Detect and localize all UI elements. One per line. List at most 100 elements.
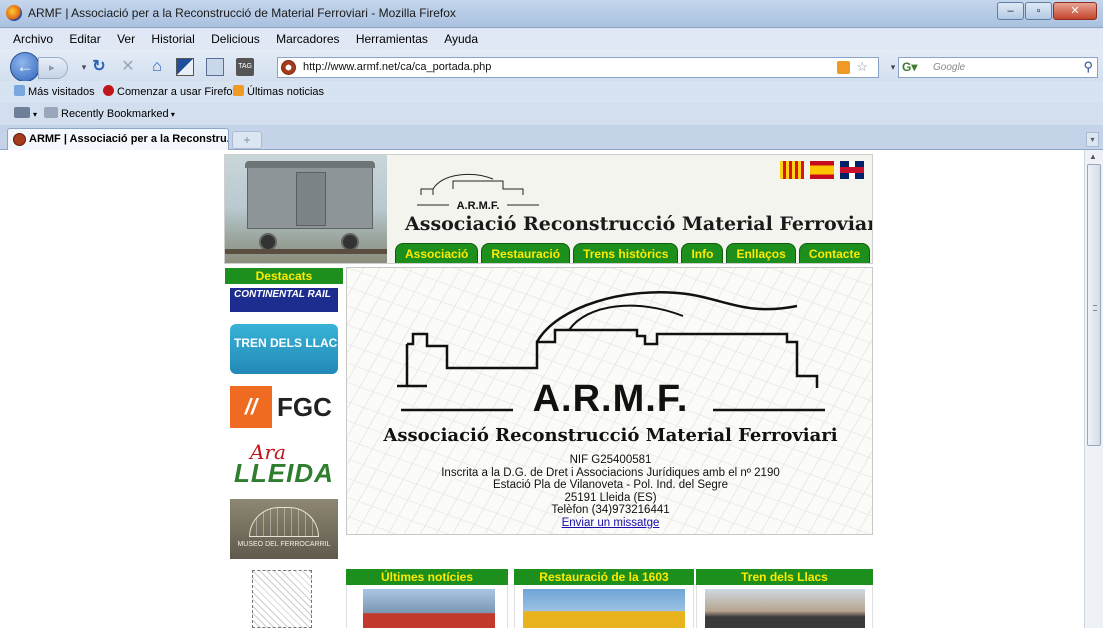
new-tab-button[interactable]: + [232,131,262,149]
section-heading[interactable]: Tren dels Llacs [696,569,873,585]
main-content-box: A.R.M.F. Associació Reconstrucció Materi… [346,267,873,535]
back-button[interactable]: ← [10,52,40,82]
nav-trens-historics[interactable]: Trens històrics [573,243,679,263]
city-text: 25191 Lleida (ES) [564,491,657,504]
fgc-logo[interactable]: // FGC [230,386,340,428]
registry-text: Inscrita a la D.G. de Dret i Associacion… [441,466,780,479]
site-favicon-icon [13,133,26,146]
museo-ferrocarril-logo[interactable]: MUSEO DEL FERROCARRIL [230,499,338,559]
search-icon[interactable]: ⚲ [1083,59,1093,75]
menu-archivo[interactable]: Archivo [0,29,59,46]
wagon-photo [225,155,387,263]
navigation-toolbar: ← ▸ ▾ ↻ ✕ ⌂ TAG http://www.armf.net/ca/c… [0,49,1103,82]
nav-info[interactable]: Info [681,243,724,263]
firefox-icon [6,5,22,21]
banner-title: Associació Reconstrucció Material Ferrov… [405,213,873,235]
locomotive-1603-photo[interactable] [523,589,685,628]
continental-rail-text: CONTINENTAL RAIL [234,289,331,300]
bookmark-label: Recently Bookmarked [61,108,169,120]
ara-lleida-logo[interactable]: Ara LLEIDA [230,440,336,488]
reload-icon[interactable]: ↻ [90,58,108,76]
send-message-link[interactable]: Enviar un missatge [347,517,872,530]
firefox-start-icon [103,85,114,96]
menu-ayuda[interactable]: Ayuda [437,29,484,46]
nav-restauracio[interactable]: Restauració [481,243,571,263]
page-scrollbar[interactable]: ▲ [1084,150,1103,628]
nav-contacte[interactable]: Contacte [798,243,871,263]
flag-spanish-icon[interactable] [810,161,834,179]
tag-icon[interactable]: TAG [236,58,254,76]
scrollbar-grip-icon [1093,305,1097,311]
menu-marcadores[interactable]: Marcadores [269,29,345,46]
phone-text: Telèfon (34)973216441 [551,504,670,517]
close-button[interactable]: ✕ [1053,2,1097,20]
menu-historial[interactable]: Historial [144,29,200,46]
language-selector [774,161,864,179]
logo-small-text: A.R.M.F. [457,200,500,212]
bookmarks-toolbar: Más visitados Comenzar a usar Firefox Úl… [0,81,1103,103]
fgc-text: FGC [277,392,332,422]
bookmark-star-icon[interactable]: ☆ [856,59,868,75]
locomotive-drawing-image[interactable] [252,570,312,628]
tren-dels-llacs-text: TREN DELS LLACS [234,336,346,350]
sidebar-toggle-icon[interactable] [176,58,194,76]
nav-enllacos[interactable]: Enllaços [726,243,796,263]
tab-list-dropdown-icon[interactable]: ▾ [1086,132,1099,147]
rss-feed-icon[interactable] [837,61,850,74]
bookmark-mas-visitados[interactable]: Más visitados [14,85,95,98]
home-icon[interactable]: ⌂ [148,58,166,76]
bookmark-ultimas-noticias[interactable]: Últimas noticias [233,85,324,98]
scroll-up-icon[interactable]: ▲ [1089,152,1097,161]
section-ultimes-noticies: Últimes notícies [346,569,508,628]
lleida-text: LLEIDA [234,458,334,488]
search-engine-icon[interactable]: G▾ [902,60,918,76]
maximize-button[interactable]: ▫ [1025,2,1052,20]
tren-dels-llacs-photo[interactable] [705,589,865,628]
destacats-heading: Destacats [225,268,343,284]
fgc-mark-icon: // [230,386,272,428]
minimize-button[interactable]: – [997,2,1024,20]
window-title: ARMF | Associació per a la Reconstrucció… [28,6,456,20]
folder-icon [44,107,58,118]
flag-english-icon[interactable] [840,161,864,179]
most-visited-icon [14,85,25,96]
armf-small-logo: A.R.M.F. [417,173,539,212]
forward-button[interactable]: ▸ [38,57,68,79]
section-heading[interactable]: Restauració de la 1603 [514,569,694,585]
association-name: Associació Reconstrucció Material Ferrov… [383,425,838,446]
url-text[interactable]: http://www.armf.net/ca/ca_portada.php [303,61,491,73]
section-heading[interactable]: Últimes notícies [346,569,508,585]
menu-editar[interactable]: Editar [62,29,106,46]
site-globe-icon [281,60,296,75]
continental-rail-logo[interactable]: CONTINENTAL RAIL [230,288,338,312]
address-bar[interactable]: http://www.armf.net/ca/ca_portada.php ☆ [277,57,879,78]
association-info: NIF G25400581 Inscrita a la D.G. de Dret… [347,454,872,530]
menu-delicious[interactable]: Delicious [204,29,266,46]
search-box[interactable]: G▾ Google ⚲ [898,57,1098,78]
window-controls: – ▫ ✕ [996,2,1097,20]
rss-feed-icon [233,85,244,96]
tren-dels-llacs-logo[interactable]: TREN DELS LLACS [230,324,345,374]
recently-bookmarked[interactable]: Recently Bookmarked ▾ [44,107,175,120]
address-text: Estació Pla de Vilanoveta - Pol. Ind. de… [492,479,729,492]
station-roof-icon [249,507,319,537]
tab-armf[interactable]: ARMF | Associació per a la Reconstru... [7,128,229,150]
news-photo[interactable] [363,589,495,628]
bookmarks-menu-button[interactable]: ▾ [14,107,37,120]
main-navigation: Associació Restauració Trens històrics I… [395,243,872,263]
nav-associacio[interactable]: Associació [395,243,479,263]
stop-icon[interactable]: ✕ [119,58,137,76]
search-placeholder: Google [933,62,966,73]
bookmark-label: Últimas noticias [247,86,325,98]
menu-ver[interactable]: Ver [110,29,141,46]
flag-catalan-icon[interactable] [780,161,804,179]
scrollbar-thumb[interactable] [1087,164,1101,446]
bookmark-window-icon[interactable] [206,58,224,76]
menu-herramientas[interactable]: Herramientas [349,29,434,46]
museo-text: MUSEO DEL FERROCARRIL [237,541,331,548]
site-header-banner: A.R.M.F. Associació Reconstrucció Materi… [224,154,873,264]
bookmark-comenzar[interactable]: Comenzar a usar Firefox [103,85,238,98]
bookmark-label: Más visitados [28,86,95,98]
tab-label: ARMF | Associació per a la Reconstru... [29,133,229,145]
tab-strip: ARMF | Associació per a la Reconstru... … [0,125,1103,150]
